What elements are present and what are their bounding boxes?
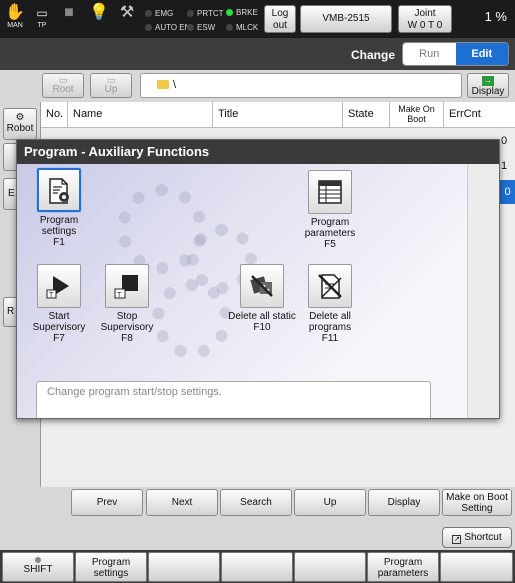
up-button[interactable]: Up	[294, 489, 366, 516]
delete-program-icon	[308, 264, 352, 308]
shortcut-icon: ↗	[452, 535, 462, 544]
dialog-title: Program - Auxiliary Functions	[17, 140, 499, 164]
up-folder-button[interactable]: ▭ Up	[90, 73, 132, 98]
robot-arm-icon: ⚙	[15, 112, 25, 123]
fkey-program-parameters[interactable]: Program parameters	[367, 552, 439, 582]
stop-icon: T	[105, 264, 149, 308]
mode-toggle[interactable]: Run Edit	[402, 42, 509, 66]
shortcut-button[interactable]: ↗ Shortcut	[442, 527, 512, 548]
brke-lamp: BRKE	[226, 8, 258, 17]
robot-tab[interactable]: ⚙ Robot	[3, 108, 37, 140]
dialog-side-panel	[467, 164, 499, 418]
search-button[interactable]: Search	[220, 489, 292, 516]
display-icon: →	[482, 76, 494, 86]
auxiliary-functions-dialog: Program - Auxiliary Functions Program se…	[16, 139, 500, 419]
mlck-lamp: MLCK	[226, 23, 258, 32]
delete-dice-icon	[240, 264, 284, 308]
next-button[interactable]: Next	[146, 489, 218, 516]
auto-en-lamp: AUTO EN	[145, 23, 190, 32]
esw-lamp: ESW	[187, 23, 215, 32]
fkey-4[interactable]	[221, 552, 293, 582]
start-supervisory-function[interactable]: T Start Supervisory F7	[24, 264, 94, 344]
dialog-body: Program settings F1 Program parameters F…	[17, 164, 469, 418]
function-description: Change program start/stop settings.	[36, 381, 431, 418]
column-no[interactable]: No.	[41, 102, 68, 127]
svg-text:T: T	[117, 292, 122, 299]
delete-all-programs-function[interactable]: Delete all programs F11	[295, 264, 365, 344]
column-errcnt[interactable]: ErrCnt	[444, 102, 515, 127]
logout-button[interactable]: Log out	[264, 5, 296, 33]
root-button[interactable]: ▭ Root	[42, 73, 84, 98]
errcnt-cell-selected[interactable]: 0	[500, 180, 515, 204]
prev-button[interactable]: Prev	[71, 489, 143, 516]
program-settings-function[interactable]: Program settings F1	[24, 168, 94, 248]
svg-text:T: T	[49, 292, 54, 299]
run-mode-button[interactable]: Run	[403, 43, 456, 65]
coordinate-button[interactable]: Joint W 0 T 0	[398, 5, 452, 33]
play-icon: T	[37, 264, 81, 308]
lightbulb-icon: 💡	[89, 4, 109, 21]
display-button[interactable]: → Display	[467, 73, 509, 98]
stop-icon: ■	[64, 4, 74, 21]
column-title[interactable]: Title	[213, 102, 343, 127]
change-label: Change	[350, 48, 395, 62]
shift-indicator-icon	[35, 557, 41, 563]
man-icon: ✋ MAN	[5, 4, 25, 29]
fkey-program-settings[interactable]: Program settings	[75, 552, 147, 582]
display-list-button[interactable]: Display	[368, 489, 440, 516]
delete-all-static-function[interactable]: Delete all static F10	[227, 264, 297, 333]
program-parameters-function[interactable]: Program parameters F5	[295, 170, 365, 250]
wrench-icon: ⚒	[119, 4, 135, 21]
speed-override: 1 %	[484, 9, 507, 24]
mode-bar: Change Run Edit	[0, 38, 515, 70]
fkey-7[interactable]	[440, 552, 513, 582]
prtct-lamp: PRTCT	[187, 9, 224, 18]
table-header: No. Name Title State Make On Boot ErrCnt	[41, 102, 515, 128]
function-key-bar: SHIFT Program settings Program parameter…	[0, 550, 515, 583]
column-state[interactable]: State	[343, 102, 390, 127]
fkey-5[interactable]	[294, 552, 366, 582]
path-toolbar: ▭ Root ▭ Up \ → Display	[0, 70, 515, 102]
robot-name-button[interactable]: VMB-2515	[300, 5, 392, 33]
path-field[interactable]: \	[140, 73, 462, 98]
shift-key[interactable]: SHIFT	[2, 552, 74, 582]
column-name[interactable]: Name	[68, 102, 213, 127]
emg-lamp: EMG	[145, 9, 173, 18]
folder-icon	[157, 80, 169, 89]
table-icon	[308, 170, 352, 214]
tp-icon: ▭ TP	[36, 6, 48, 29]
column-make-on-boot[interactable]: Make On Boot	[390, 102, 444, 127]
fkey-3[interactable]	[148, 552, 220, 582]
gear-watermark-icon	[152, 279, 232, 359]
stop-supervisory-function[interactable]: T Stop Supervisory F8	[92, 264, 162, 344]
program-settings-icon	[37, 168, 81, 212]
status-bar: ✋ MAN ▭ TP ■ 💡 ⚒ EMG AUTO EN PRTCT ESW BRK…	[0, 0, 515, 38]
edit-mode-button[interactable]: Edit	[455, 43, 508, 65]
make-on-boot-setting-button[interactable]: Make on Boot Setting	[442, 489, 512, 516]
